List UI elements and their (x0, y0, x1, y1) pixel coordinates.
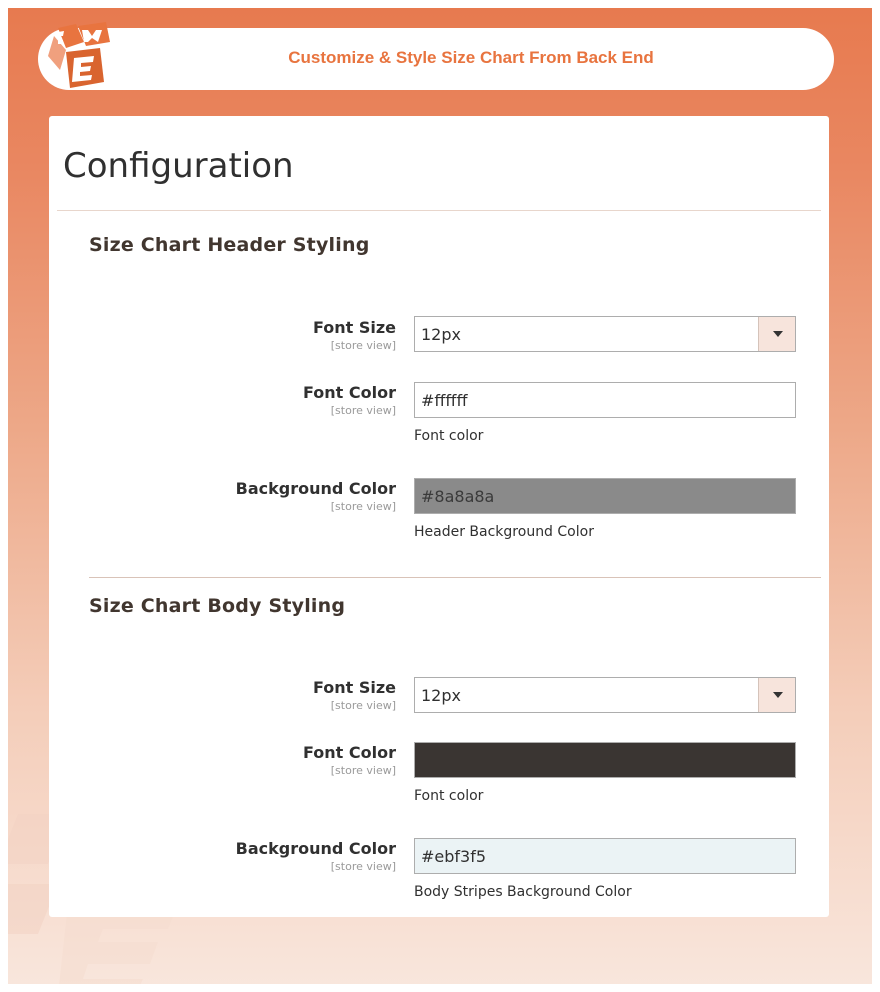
body-background-color-note: Body Stripes Background Color (414, 884, 632, 900)
select-value: 12px (421, 686, 461, 705)
field-label: Background Color (235, 839, 396, 858)
scope-label: [store view] (330, 764, 396, 777)
section-divider (89, 577, 821, 578)
page-title: Configuration (63, 146, 294, 186)
body-background-color-input[interactable]: #ebf3f5 (414, 838, 796, 874)
scope-label: [store view] (330, 339, 396, 352)
header-background-color-label: Background Color [store view] (176, 479, 396, 513)
body-font-color-label: Font Color [store view] (176, 743, 396, 777)
banner: Customize & Style Size Chart From Back E… (38, 28, 834, 90)
field-label: Font Color (303, 383, 396, 402)
body-font-size-label: Font Size [store view] (176, 678, 396, 712)
select-value: 12px (421, 325, 461, 344)
input-value: #8a8a8a (421, 487, 495, 506)
body-font-color-note: Font color (414, 788, 484, 804)
header-font-size-select[interactable]: 12px (414, 316, 796, 352)
fme-logo-icon (48, 22, 110, 88)
header-font-size-label: Font Size [store view] (176, 318, 396, 352)
scope-label: [store view] (330, 404, 396, 417)
input-value: #ffffff (421, 391, 468, 410)
section-title-header-styling: Size Chart Header Styling (89, 234, 370, 256)
scope-label: [store view] (330, 500, 396, 513)
body-font-size-select[interactable]: 12px (414, 677, 796, 713)
input-value: #ebf3f5 (421, 847, 487, 866)
field-label: Font Color (303, 743, 396, 762)
header-font-color-note: Font color (414, 428, 484, 444)
field-label: Font Size (312, 678, 396, 697)
chevron-down-icon[interactable] (758, 317, 795, 351)
configuration-panel: Configuration Size Chart Header Styling … (49, 116, 829, 917)
header-font-color-label: Font Color [store view] (176, 383, 396, 417)
title-divider (57, 210, 821, 211)
field-label: Background Color (235, 479, 396, 498)
header-font-color-input[interactable]: #ffffff (414, 382, 796, 418)
field-label: Font Size (312, 318, 396, 337)
header-background-color-note: Header Background Color (414, 524, 594, 540)
banner-title: Customize & Style Size Chart From Back E… (288, 48, 654, 67)
header-background-color-input[interactable]: #8a8a8a (414, 478, 796, 514)
chevron-down-icon[interactable] (758, 678, 795, 712)
scope-label: [store view] (330, 699, 396, 712)
body-font-color-input[interactable] (414, 742, 796, 778)
body-background-color-label: Background Color [store view] (176, 839, 396, 873)
scope-label: [store view] (330, 860, 396, 873)
section-title-body-styling: Size Chart Body Styling (89, 595, 346, 617)
page-frame: Customize & Style Size Chart From Back E… (8, 8, 872, 984)
